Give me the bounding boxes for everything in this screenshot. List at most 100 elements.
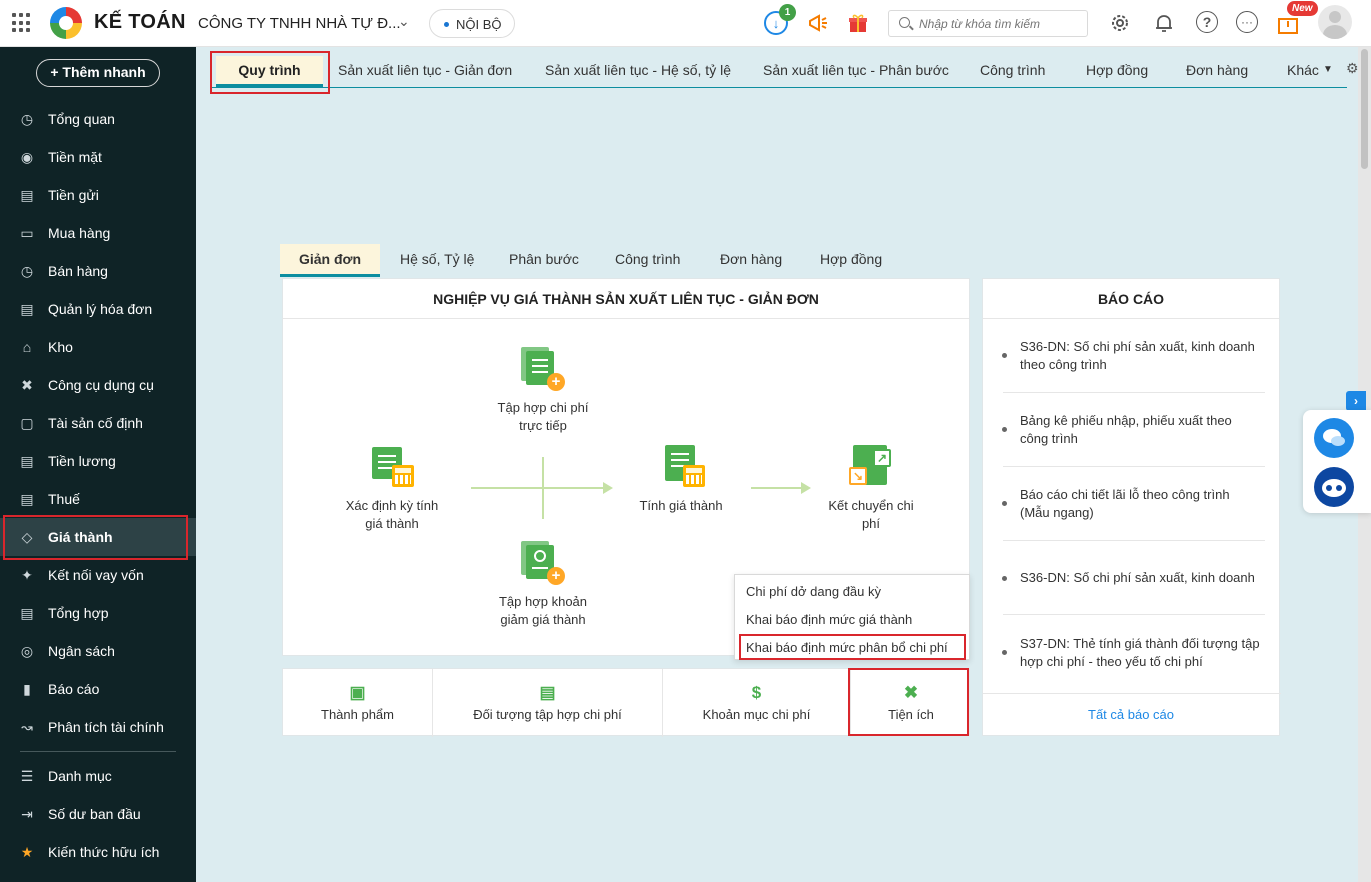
subtab-he-so[interactable]: Hệ số, Tỷ lệ	[400, 251, 474, 267]
sidebar-item-kien-thuc[interactable]: ★ Kiến thức hữu ích	[0, 833, 196, 871]
bank-icon: ▤	[20, 186, 34, 203]
menu-item-dinh-muc-phan-bo[interactable]: Khai báo định mức phân bổ chi phí	[746, 640, 948, 655]
sidebar-item-ngan-sach[interactable]: ◎ Ngân sách	[0, 632, 196, 670]
bottom-shortcuts: ▣ Thành phẩm ▤ Đối tượng tập hợp chi phí…	[282, 668, 971, 737]
shortcut-thanh-pham[interactable]: ▣ Thành phẩm	[283, 669, 433, 737]
tab-quy-trinh[interactable]: Quy trình	[216, 56, 323, 87]
sidebar-item-phan-tich[interactable]: ↝ Phân tích tài chính	[0, 708, 196, 746]
warehouse-icon: ⌂	[22, 339, 32, 355]
sidebar-item-kho[interactable]: ⌂ Kho	[0, 328, 196, 366]
report-link-s37[interactable]: S37-DN: Thẻ tính giá thành đối tượng tập…	[1020, 635, 1260, 671]
sidebar-item-tai-san[interactable]: ▢ Tài sản cố định	[0, 404, 196, 442]
reports-card: BÁO CÁO S36-DN: Số chi phí sản xuất, kin…	[982, 278, 1281, 736]
subtab-cong-trinh[interactable]: Công trình	[615, 251, 680, 267]
sidebar-item-tong-quan[interactable]: ◷ Tổng quan	[0, 100, 196, 138]
tab-sx-gian-don[interactable]: Sản xuất liên tục - Giản đơn	[338, 62, 512, 78]
document-dollar-icon: $	[751, 683, 762, 702]
sidebar-item-hoa-don[interactable]: ▤ Quản lý hóa đơn	[0, 290, 196, 328]
step-ket-chuyen[interactable]: ↗ ↘ Kết chuyển chi phí	[819, 445, 923, 533]
report-link-s36-cong-trinh[interactable]: S36-DN: Số chi phí sản xuất, kinh doanh …	[1020, 338, 1260, 374]
bullet-icon	[1002, 576, 1007, 581]
bullet-icon	[1002, 353, 1007, 358]
subtab-phan-buoc[interactable]: Phân bước	[509, 251, 579, 267]
sidebar-item-mua-hang[interactable]: ▭ Mua hàng	[0, 214, 196, 252]
tab-cong-trinh[interactable]: Công trình	[980, 62, 1045, 78]
subtab-hop-dong[interactable]: Hợp đồng	[820, 251, 882, 267]
chevron-right-icon[interactable]: ›	[1346, 391, 1366, 411]
chart-icon: ◷	[20, 110, 34, 127]
menu-item-chi-phi-do-dang[interactable]: Chi phí dở dang đầu kỳ	[746, 584, 881, 599]
tools-icon: ✖	[21, 376, 33, 393]
bot-assistant-icon[interactable]	[1314, 467, 1354, 507]
step-xac-dinh-ky[interactable]: Xác định kỳ tính giá thành	[339, 445, 445, 533]
chat-icon[interactable]	[1314, 418, 1354, 458]
sidebar-item-tien-luong[interactable]: ▤ Tiền lương	[0, 442, 196, 480]
app-grid-icon[interactable]	[12, 13, 32, 33]
report-link-s36[interactable]: S36-DN: Số chi phí sản xuất, kinh doanh	[1020, 569, 1260, 587]
shortcut-khoan-muc[interactable]: $ Khoản mục chi phí	[663, 669, 851, 737]
step-tap-hop-chi-phi[interactable]: + Tập hợp chi phí trực tiếp	[488, 347, 598, 435]
chevron-down-icon[interactable]: ⌄	[398, 13, 410, 30]
top-header: KẾ TOÁN CÔNG TY TNHH NHÀ TỰ Đ... ⌄ NỘI B…	[0, 0, 1371, 47]
company-selector[interactable]: CÔNG TY TNHH NHÀ TỰ Đ...	[198, 15, 401, 32]
env-pill[interactable]: NỘI BỘ	[429, 9, 515, 38]
sidebar-item-gia-thanh[interactable]: ◇ Giá thành	[0, 518, 196, 556]
tax-icon: ▤	[20, 490, 34, 507]
sidebar-item-thue[interactable]: ▤ Thuế	[0, 480, 196, 518]
quick-add-button[interactable]: + Thêm nhanh	[36, 59, 160, 87]
tab-settings-icon[interactable]: ⚙	[1346, 60, 1359, 77]
shortcut-tien-ich[interactable]: ✖ Tiện ích	[851, 669, 971, 737]
tab-khac[interactable]: Khác	[1287, 62, 1319, 78]
sidebar-item-cong-cu[interactable]: ✖ Công cụ dụng cụ	[0, 366, 196, 404]
search-input[interactable]	[919, 15, 1084, 33]
sidebar-item-tien-mat[interactable]: ◉ Tiền mặt	[0, 138, 196, 176]
arrow-right-icon	[801, 482, 811, 494]
search-box[interactable]	[888, 10, 1088, 37]
connector-line	[542, 457, 544, 519]
sidebar-item-danh-muc[interactable]: ☰ Danh mục	[0, 757, 196, 795]
sidebar-item-so-du[interactable]: ⇥ Số dư ban đầu	[0, 795, 196, 833]
download-badge: 1	[779, 4, 796, 21]
sidebar-item-vay-von[interactable]: ✦ Kết nối vay vốn	[0, 556, 196, 594]
connector-line	[751, 487, 801, 489]
menu-item-dinh-muc-gia-thanh[interactable]: Khai báo định mức giá thành	[746, 612, 912, 627]
budget-icon: ◎	[20, 642, 34, 659]
report-link-lai-lo[interactable]: Báo cáo chi tiết lãi lỗ theo công trình …	[1020, 486, 1260, 522]
report-divider	[1003, 540, 1265, 541]
report-divider	[1003, 466, 1265, 467]
sidebar-item-bao-cao[interactable]: ▮ Báo cáo	[0, 670, 196, 708]
step-tap-hop-giam-gia[interactable]: + Tập hợp khoản giảm giá thành	[488, 541, 598, 629]
money-bag-icon: ◉	[20, 148, 34, 165]
summary-icon: ▤	[20, 604, 34, 621]
gear-icon[interactable]	[1108, 11, 1132, 35]
list-icon: ☰	[20, 767, 34, 784]
help-icon[interactable]: ?	[1196, 11, 1218, 33]
report-link-bang-ke[interactable]: Bảng kê phiếu nhập, phiếu xuất theo công…	[1020, 412, 1260, 448]
analysis-icon: ↝	[21, 718, 33, 735]
more-icon[interactable]: ···	[1236, 11, 1258, 33]
report-divider	[1003, 392, 1265, 393]
map-pin-icon[interactable]	[1276, 13, 1300, 37]
tab-don-hang[interactable]: Đơn hàng	[1186, 62, 1248, 78]
price-tag-icon: ◇	[21, 528, 33, 545]
all-reports-link[interactable]: Tất cả báo cáo	[983, 707, 1279, 722]
shirt-icon: ▣	[349, 683, 366, 702]
gift-icon[interactable]	[846, 11, 870, 35]
bell-icon[interactable]	[1152, 11, 1176, 35]
megaphone-icon[interactable]	[806, 11, 830, 35]
sidebar-item-tong-hop[interactable]: ▤ Tổng hợp	[0, 594, 196, 632]
sidebar-item-tien-gui[interactable]: ▤ Tiền gửi	[0, 176, 196, 214]
document-list-icon: ▤	[539, 683, 556, 702]
shortcut-doi-tuong[interactable]: ▤ Đối tượng tập hợp chi phí	[433, 669, 663, 737]
calendar-icon	[370, 445, 414, 489]
document-add-icon: +	[521, 347, 565, 391]
subtab-don-hang[interactable]: Đơn hàng	[720, 251, 782, 267]
tab-sx-he-so[interactable]: Sản xuất liên tục - Hệ số, tỷ lệ	[545, 62, 731, 78]
tab-hop-dong[interactable]: Hợp đồng	[1086, 62, 1148, 78]
subtab-gian-don[interactable]: Giản đơn	[280, 244, 380, 277]
tab-sx-phan-buoc[interactable]: Sản xuất liên tục - Phân bước	[763, 62, 949, 78]
step-tinh-gia-thanh[interactable]: Tính giá thành	[631, 445, 731, 515]
sidebar-item-ban-hang[interactable]: ◷ Bán hàng	[0, 252, 196, 290]
caret-down-icon[interactable]: ▼	[1323, 64, 1333, 75]
avatar[interactable]	[1318, 5, 1352, 39]
